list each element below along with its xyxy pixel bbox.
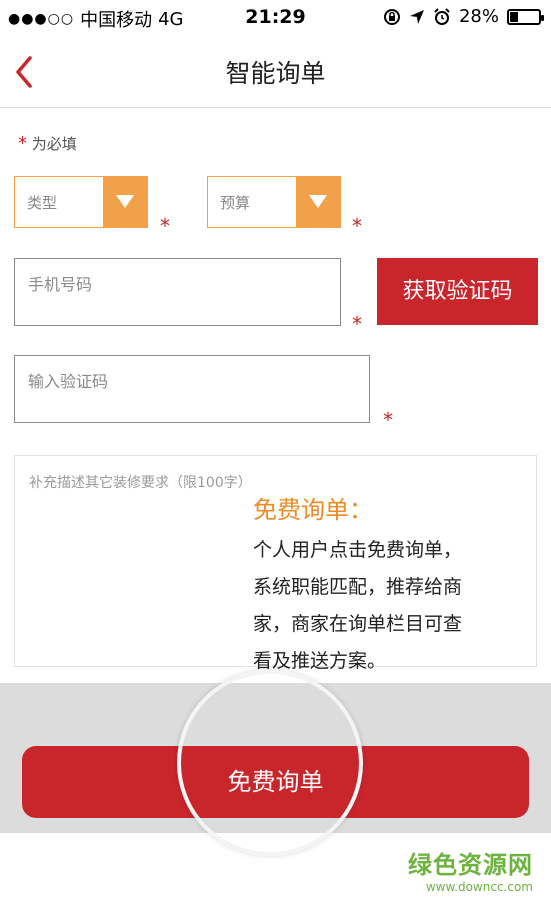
watermark-sub: www.downcc.com [425, 880, 533, 894]
battery-percent: 28% [458, 6, 499, 27]
description-placeholder: 补充描述其它装修要求（限100字） [29, 475, 252, 491]
budget-select-value: 预算 [220, 194, 251, 212]
phone-input-placeholder: 手机号码 [28, 275, 93, 294]
page-title: 智能询单 [225, 59, 326, 88]
battery-fill [510, 11, 518, 22]
phone-input[interactable]: 手机号码 [14, 258, 341, 326]
required-star: * [18, 133, 27, 154]
code-input-placeholder: 输入验证码 [28, 372, 109, 391]
tip-title: 免费询单： [253, 496, 373, 524]
get-code-button[interactable]: 获取验证码 [377, 258, 538, 325]
nav-bar: 智能询单 [0, 34, 551, 108]
submit-button[interactable]: 免费询单 [22, 746, 529, 818]
tip-line: 家，商家在询单栏目可查 [253, 613, 463, 635]
budget-required-star: * [352, 214, 362, 238]
phone-required-star: * [352, 312, 362, 336]
status-bar: ●●●○○ 中国移动 4G 21:29 28% [0, 0, 551, 34]
code-required-star: * [383, 408, 393, 432]
triangle-down-icon [103, 177, 147, 227]
triangle-down-icon [296, 177, 340, 227]
type-required-star: * [160, 214, 170, 238]
tip-line: 看及推送方案。 [253, 650, 387, 672]
type-select-value: 类型 [27, 194, 58, 212]
budget-select[interactable]: 预算 [207, 176, 341, 228]
tip-line: 系统职能匹配，推荐给商 [253, 576, 463, 598]
tip-line: 个人用户点击免费询单， [253, 539, 463, 561]
rotation-lock-icon [383, 8, 400, 25]
tip-text: 个人用户点击免费询单， 系统职能匹配，推荐给商 家，商家在询单栏目可查 看及推送… [253, 532, 462, 680]
location-arrow-icon [409, 9, 424, 24]
required-note: * 为必填 [18, 133, 77, 154]
code-input[interactable]: 输入验证码 [14, 355, 370, 423]
watermark-main: 绿色资源网 [408, 851, 533, 879]
status-right: 28% [383, 6, 544, 27]
type-select[interactable]: 类型 [14, 176, 148, 228]
alarm-icon [434, 7, 450, 25]
battery-icon [507, 8, 544, 25]
watermark: 绿色资源网 www.downcc.com [408, 845, 533, 894]
required-note-text: 为必填 [31, 135, 77, 153]
